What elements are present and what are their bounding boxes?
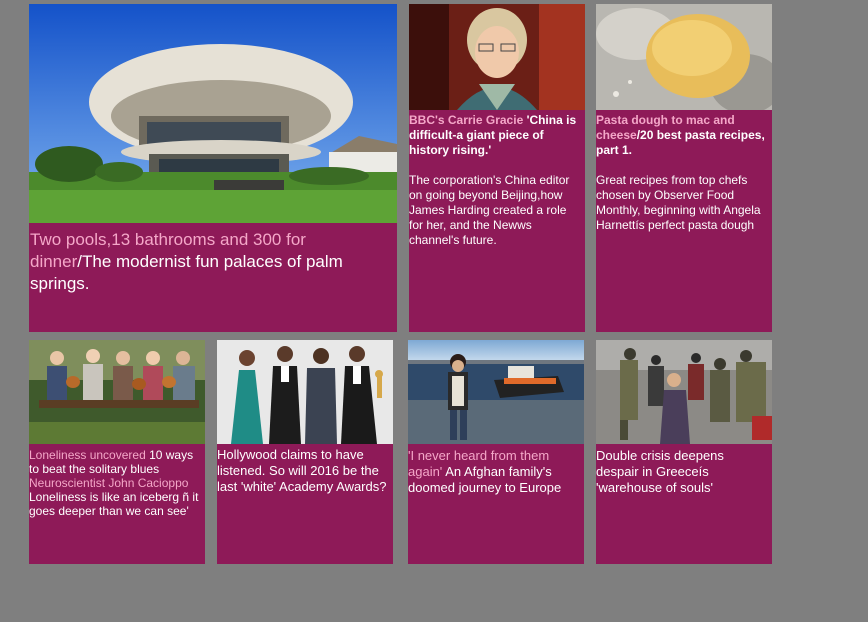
story-text[interactable]: Double crisis deepens despair in Greeceí… <box>596 448 770 496</box>
story-text[interactable]: Loneliness uncovered 10 ways to beat the… <box>29 448 205 518</box>
pasta-dough-photo[interactable] <box>596 4 772 110</box>
story-card-hollywood[interactable]: Hollywood claims to have listened. So wi… <box>217 340 393 564</box>
story-headline[interactable]: Two pools,13 bathrooms and 300 for dinne… <box>30 229 390 295</box>
hollywood-actors-photo[interactable] <box>217 340 393 444</box>
story-card-pasta[interactable]: Pasta dough to mac and cheese/20 best pa… <box>596 4 772 332</box>
story-card-carrie-gracie[interactable]: BBC's Carrie Gracie 'China is difficult-… <box>409 4 585 332</box>
story-kicker-secondary[interactable]: Neuroscientist John Cacioppo <box>29 476 188 490</box>
story-kicker[interactable]: BBC's Carrie Gracie <box>409 113 523 127</box>
story-card-loneliness[interactable]: Loneliness uncovered 10 ways to beat the… <box>29 340 205 564</box>
story-summary: Great recipes from top chefs chosen by O… <box>596 173 761 232</box>
modernist-house-photo[interactable] <box>29 4 397 223</box>
story-title[interactable]: Double crisis deepens despair in Greeceí… <box>596 448 724 495</box>
boy-at-harbour-photo[interactable] <box>408 340 584 444</box>
story-card-greece[interactable]: Double crisis deepens despair in Greeceí… <box>596 340 772 564</box>
story-text[interactable]: BBC's Carrie Gracie 'China is difficult-… <box>409 113 581 248</box>
story-text[interactable]: Hollywood claims to have listened. So wi… <box>217 447 391 495</box>
story-title[interactable]: Hollywood claims to have listened. So wi… <box>217 447 386 494</box>
story-kicker[interactable]: Loneliness uncovered <box>29 448 146 462</box>
carrie-gracie-portrait[interactable] <box>409 4 585 110</box>
story-text[interactable]: 'I never heard from them again' An Afgha… <box>408 448 582 496</box>
story-title[interactable]: /The modernist fun palaces of palm sprin… <box>30 252 343 293</box>
refugee-crowd-photo[interactable] <box>596 340 772 444</box>
story-card-afghan-family[interactable]: 'I never heard from them again' An Afgha… <box>408 340 584 564</box>
story-summary: Loneliness is like an iceberg ñ it goes … <box>29 490 199 518</box>
seniors-on-bench-photo[interactable] <box>29 340 205 444</box>
story-summary: The corporation's China editor on going … <box>409 173 570 247</box>
story-text[interactable]: Pasta dough to mac and cheese/20 best pa… <box>596 113 768 233</box>
story-card-palm-springs[interactable]: Two pools,13 bathrooms and 300 for dinne… <box>29 4 397 332</box>
